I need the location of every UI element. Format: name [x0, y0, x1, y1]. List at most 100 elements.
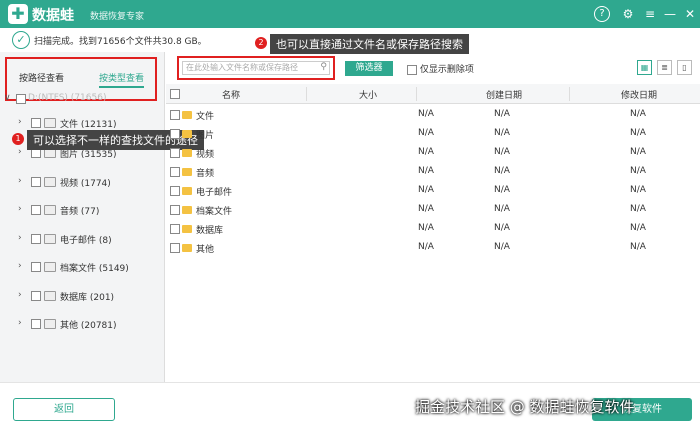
row-name: 数据库 — [196, 226, 224, 236]
tree-item-checkbox[interactable] — [31, 291, 41, 301]
row-name: 音频 — [196, 169, 215, 179]
tree-item-label: 文件 (12131) — [60, 120, 117, 130]
folder-icon — [44, 319, 56, 329]
row-created: N/A — [494, 166, 510, 176]
row-name: 图片 — [196, 131, 215, 141]
help-icon[interactable]: ? — [594, 6, 610, 22]
tree-root[interactable]: ∨ D:(NTFS) (71656) — [0, 90, 165, 110]
tree-item-label: 电子邮件 (8) — [60, 236, 112, 246]
row-name: 视频 — [196, 150, 215, 160]
tree-item[interactable]: › 视频 (1774) — [0, 173, 165, 193]
chevron-right-icon[interactable]: › — [18, 261, 28, 271]
grid-view-icon[interactable]: ▦ — [637, 60, 652, 75]
column-created[interactable]: 创建日期 — [486, 88, 522, 101]
chevron-right-icon[interactable]: › — [18, 290, 28, 300]
row-checkbox[interactable] — [170, 167, 180, 177]
tree-item-checkbox[interactable] — [31, 118, 41, 128]
row-checkbox[interactable] — [170, 129, 180, 139]
row-checkbox[interactable] — [170, 148, 180, 158]
row-modified: N/A — [630, 128, 646, 138]
tab-by-path[interactable]: 按路径查看 — [19, 71, 64, 84]
email-icon — [44, 234, 56, 244]
folder-icon — [182, 168, 192, 176]
tree-item-label: 音频 (77) — [60, 207, 100, 217]
row-checkbox[interactable] — [170, 205, 180, 215]
detail-view-icon[interactable]: ▯ — [677, 60, 692, 75]
chevron-right-icon[interactable]: › — [18, 204, 28, 214]
tree-item-checkbox[interactable] — [31, 319, 41, 329]
row-created: N/A — [494, 147, 510, 157]
column-size[interactable]: 大小 — [359, 88, 377, 101]
select-all-checkbox[interactable] — [170, 89, 180, 99]
table-row[interactable]: 图片 N/A N/A N/A — [166, 125, 700, 144]
tree-item-label: 数据库 (201) — [60, 293, 115, 303]
search-icon[interactable]: ⚲ — [320, 62, 327, 72]
back-button[interactable]: 返回 — [13, 398, 115, 421]
callout-1-badge: 1 — [12, 133, 24, 145]
row-checkbox[interactable] — [170, 110, 180, 120]
tree-item-checkbox[interactable] — [31, 205, 41, 215]
table-row[interactable]: 音频 N/A N/A N/A — [166, 163, 700, 182]
tree-root-checkbox[interactable] — [16, 94, 26, 104]
row-size: N/A — [418, 109, 434, 119]
table-row[interactable]: 视频 N/A N/A N/A — [166, 144, 700, 163]
chevron-right-icon[interactable]: › — [18, 318, 28, 328]
database-icon — [44, 291, 56, 301]
table-row[interactable]: 数据库 N/A N/A N/A — [166, 220, 700, 239]
row-checkbox[interactable] — [170, 186, 180, 196]
row-created: N/A — [494, 185, 510, 195]
folder-icon — [182, 206, 192, 214]
table-row[interactable]: 文件 N/A N/A N/A — [166, 106, 700, 125]
column-separator — [569, 87, 570, 101]
tree-item[interactable]: › 电子邮件 (8) — [0, 230, 165, 250]
gear-icon[interactable]: ⚙ — [620, 6, 636, 22]
column-separator — [306, 87, 307, 101]
folder-icon — [182, 130, 192, 138]
app-logo-icon: ✚ — [8, 4, 28, 24]
search-input[interactable]: 在此处输入文件名称或保存路径 — [182, 61, 330, 75]
row-size: N/A — [418, 242, 434, 252]
tree-item[interactable]: › 档案文件 (5149) — [0, 258, 165, 278]
folder-icon — [182, 244, 192, 252]
minimize-icon[interactable]: — — [662, 6, 678, 22]
tree-item-label: 其他 (20781) — [60, 321, 117, 331]
archive-icon — [44, 262, 56, 272]
tree-item[interactable]: › 其他 (20781) — [0, 315, 165, 335]
column-name[interactable]: 名称 — [222, 88, 240, 101]
footer-divider — [0, 382, 700, 383]
tree-item-checkbox[interactable] — [31, 234, 41, 244]
chevron-right-icon[interactable]: › — [18, 233, 28, 243]
search-box: 在此处输入文件名称或保存路径 ⚲ — [177, 56, 335, 80]
tree-item-label: 视频 (1774) — [60, 179, 111, 189]
tree-item-label: 档案文件 (5149) — [60, 264, 129, 274]
table-row[interactable]: 其他 N/A N/A N/A — [166, 239, 700, 258]
chevron-down-icon[interactable]: ∨ — [4, 93, 14, 103]
row-created: N/A — [494, 204, 510, 214]
watermark: 掘金技术社区 @ 数据蛙恢复软件 — [415, 398, 635, 416]
filter-button[interactable]: 筛选器 — [345, 61, 393, 76]
menu-icon[interactable]: ≡ — [642, 6, 658, 22]
chevron-right-icon[interactable]: › — [18, 176, 28, 186]
list-view-icon[interactable]: ≣ — [657, 60, 672, 75]
deleted-only-toggle[interactable]: 仅显示删除项 — [407, 62, 474, 75]
table-row[interactable]: 电子邮件 N/A N/A N/A — [166, 182, 700, 201]
document-icon — [44, 118, 56, 128]
row-size: N/A — [418, 185, 434, 195]
row-name: 其他 — [196, 245, 215, 255]
left-panel: 按路径查看 按类型查看 ∨ D:(NTFS) (71656) › 文件 (121… — [0, 52, 165, 382]
column-modified[interactable]: 修改日期 — [621, 88, 657, 101]
tree-item[interactable]: › 音频 (77) — [0, 201, 165, 221]
tree-item[interactable]: › 数据库 (201) — [0, 287, 165, 307]
tab-by-type[interactable]: 按类型查看 — [99, 71, 145, 88]
row-size: N/A — [418, 223, 434, 233]
chevron-right-icon[interactable]: › — [18, 117, 28, 127]
deleted-only-checkbox[interactable] — [407, 64, 417, 75]
check-icon: ✓ — [12, 31, 30, 49]
tree-item-checkbox[interactable] — [31, 177, 41, 187]
close-icon[interactable]: ✕ — [682, 6, 698, 22]
table-row[interactable]: 档案文件 N/A N/A N/A — [166, 201, 700, 220]
row-checkbox[interactable] — [170, 243, 180, 253]
row-checkbox[interactable] — [170, 224, 180, 234]
row-name: 电子邮件 — [196, 188, 233, 198]
tree-item-checkbox[interactable] — [31, 262, 41, 272]
